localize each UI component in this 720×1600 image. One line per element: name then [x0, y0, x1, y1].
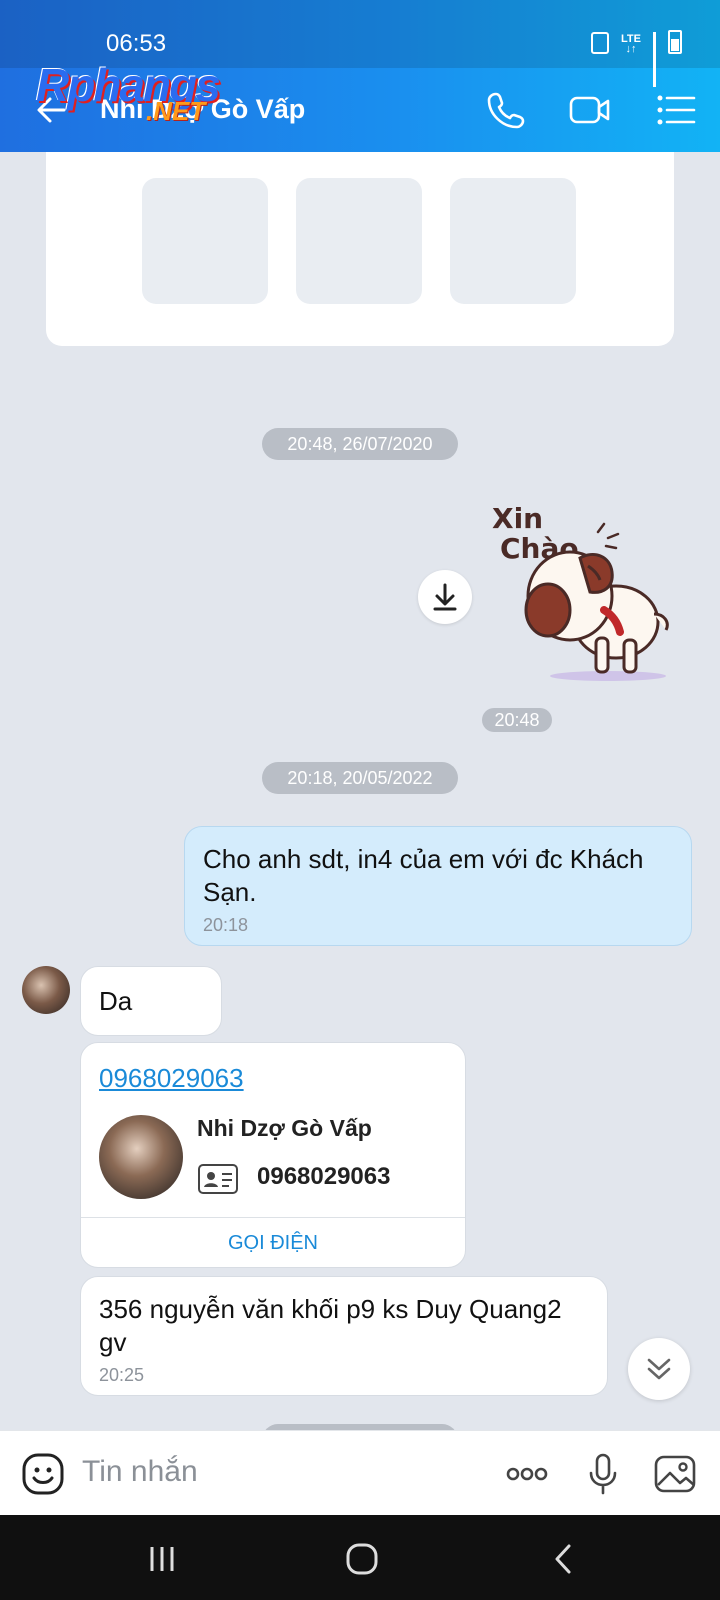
id-card-icon: [198, 1164, 238, 1194]
top-bar: 06:53 LTE ↓↑ Nhi Dzợ Gò Vấp Rphangs .NET: [0, 0, 720, 152]
call-button[interactable]: GỌI ĐIỆN: [81, 1218, 465, 1267]
outgoing-message[interactable]: Cho anh sdt, in4 của em với đc Khách Sạn…: [184, 826, 692, 946]
system-back-icon[interactable]: [542, 1537, 586, 1581]
gallery-thumbnail[interactable]: [450, 178, 576, 304]
status-icons: LTE ↓↑: [591, 30, 682, 87]
svg-text:Xin: Xin: [492, 502, 543, 535]
date-separator: 20:18, 20/05/2022: [262, 762, 458, 794]
recycle-icon: [591, 32, 610, 54]
message-time: 20:25: [99, 1365, 145, 1385]
contact-card-avatar: [99, 1115, 183, 1199]
media-gallery-card: [46, 152, 674, 346]
recent-apps-icon[interactable]: [140, 1537, 184, 1581]
contact-avatar[interactable]: [22, 966, 70, 1014]
xin-chao-dog-sticker[interactable]: Xin Chào: [488, 500, 684, 692]
message-text: Cho anh sdt, in4 của em với đc Khách Sạn…: [203, 844, 644, 907]
video-call-icon[interactable]: [566, 86, 614, 134]
signal-icon: [653, 32, 656, 87]
status-time: 06:53: [106, 30, 167, 57]
microphone-icon[interactable]: [580, 1451, 626, 1497]
contact-card-number: 0968029063: [257, 1163, 391, 1190]
app-bar: Nhi Dzợ Gò Vấp Rphangs .NET: [0, 59, 720, 152]
gallery-thumbnail[interactable]: [296, 178, 422, 304]
home-icon[interactable]: [340, 1537, 384, 1581]
double-chevron-down-icon: [647, 1358, 671, 1380]
incoming-message[interactable]: Da: [80, 966, 222, 1036]
download-button[interactable]: [418, 570, 472, 624]
contact-phone-link[interactable]: 0968029063: [99, 1063, 244, 1094]
message-text: 356 nguyễn văn khối p9 ks Duy Quang2 gv: [99, 1294, 562, 1357]
message-input-bar: Tin nhắn: [0, 1430, 720, 1515]
emoji-sticker-icon[interactable]: [20, 1451, 66, 1497]
watermark-logo: Rphangs .NET: [36, 58, 266, 134]
more-options-icon[interactable]: [504, 1451, 550, 1497]
system-navigation-bar: [0, 1515, 720, 1600]
phone-call-icon[interactable]: [482, 86, 530, 134]
contact-card[interactable]: 0968029063 Nhi Dzợ Gò Vấp 0968029063 GỌI…: [80, 1042, 466, 1268]
battery-icon: [668, 30, 682, 54]
message-input[interactable]: Tin nhắn: [82, 1455, 198, 1489]
sticker-time: 20:48: [482, 708, 552, 732]
gallery-thumbnail[interactable]: [142, 178, 268, 304]
image-gallery-icon[interactable]: [652, 1451, 698, 1497]
lte-icon: LTE ↓↑: [621, 33, 641, 55]
message-time: 20:18: [203, 915, 249, 935]
message-text: Da: [99, 986, 133, 1016]
date-separator: 20:48, 26/07/2020: [262, 428, 458, 460]
scroll-to-bottom-button[interactable]: [628, 1338, 690, 1400]
download-icon: [433, 583, 457, 611]
menu-list-icon[interactable]: [652, 86, 700, 134]
incoming-message[interactable]: 356 nguyễn văn khối p9 ks Duy Quang2 gv …: [80, 1276, 608, 1396]
watermark-sub-text: .NET: [146, 96, 206, 126]
contact-card-name: Nhi Dzợ Gò Vấp: [197, 1115, 372, 1141]
